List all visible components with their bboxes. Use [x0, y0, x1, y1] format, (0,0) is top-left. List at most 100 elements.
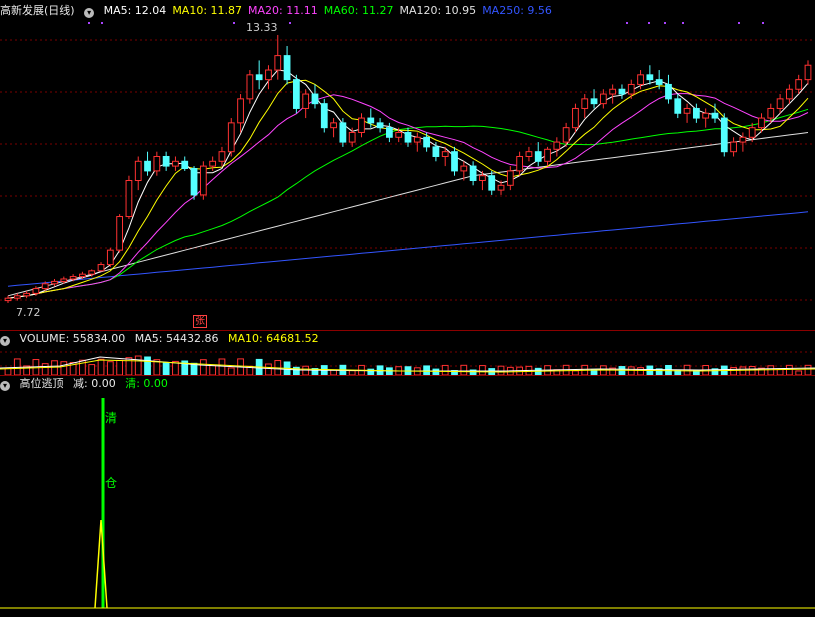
candle-body [274, 55, 282, 71]
candle-body [348, 131, 356, 143]
candle-body [246, 74, 254, 100]
candle-body [404, 131, 412, 143]
candle-body [497, 184, 505, 191]
volume-bar [116, 359, 124, 376]
volume-header: ▾ VOLUME: 55834.00 MA5: 54432.86 MA10: 6… [0, 331, 815, 347]
chevron-down-icon[interactable]: ▾ [0, 336, 10, 346]
volume-bar [106, 361, 114, 376]
candle-body [544, 148, 551, 162]
candle-body [423, 136, 430, 148]
candle-body [79, 273, 86, 278]
candle-body [730, 141, 737, 153]
candle-body [358, 117, 365, 133]
candle-body [525, 151, 533, 157]
signal-dot [648, 22, 650, 24]
candle-body [665, 83, 672, 100]
volume-bar [41, 363, 49, 376]
volume-bar [767, 365, 775, 376]
candle-body [674, 98, 682, 114]
candle-body [162, 155, 170, 167]
candle-body [376, 122, 384, 129]
volume-bar [97, 358, 105, 376]
low-price-label: 7.72 [16, 306, 41, 319]
volume-bar [209, 365, 217, 376]
signal-dot [664, 22, 666, 24]
candle-body [758, 117, 765, 129]
candle-body [144, 160, 151, 172]
candle-body [4, 297, 12, 302]
candle-body [51, 280, 58, 285]
candle-body [320, 103, 328, 129]
candle-body [367, 117, 375, 124]
signal-dot [88, 22, 90, 24]
candle-body [190, 168, 198, 196]
candle-body [748, 127, 756, 138]
candle-body [786, 88, 793, 100]
candle-body [227, 122, 235, 153]
volume-bar [218, 358, 226, 376]
volume-bar [134, 355, 142, 376]
candle-body [553, 141, 561, 150]
candle-body [655, 79, 663, 85]
candle-body [265, 69, 272, 81]
candle-body [311, 93, 319, 105]
volume-bar [786, 364, 793, 376]
candle-body [172, 160, 179, 167]
volume-bar [627, 366, 635, 376]
signal-dot [682, 22, 684, 24]
signal-dot [626, 22, 628, 24]
candle-body [720, 117, 728, 153]
candle-body [488, 175, 496, 191]
candle-body [255, 74, 263, 81]
candle-body [441, 151, 449, 157]
volume-bar [199, 359, 207, 376]
candle-body [776, 98, 784, 109]
candle-body [32, 288, 40, 294]
candle-body [292, 79, 300, 109]
indicator-header: ▾ 高位逃顶 减: 0.00 清: 0.00 [0, 376, 815, 392]
signal-dot [762, 22, 764, 24]
candle-body [199, 165, 207, 196]
candle-body [302, 93, 310, 109]
candle-body [413, 136, 421, 143]
volume-bar [748, 366, 756, 376]
volume-bar [441, 364, 449, 376]
chevron-down-icon[interactable]: ▾ [0, 381, 10, 391]
candle-body [804, 64, 812, 81]
volume-bar [4, 367, 12, 376]
candle-body [795, 79, 803, 90]
volume-ma10: MA10: 64681.52 [227, 332, 319, 345]
candle-body [209, 160, 217, 167]
candle-body [106, 249, 114, 266]
volume-bar [423, 365, 430, 376]
volume-bar [730, 367, 737, 376]
candle-body [609, 88, 617, 95]
candle-body [590, 98, 598, 105]
candle-body [562, 127, 570, 143]
candle-body [702, 112, 710, 119]
signal-dot [101, 22, 103, 24]
volume-bar [479, 365, 486, 376]
candle-body [451, 151, 458, 172]
candle-body [41, 283, 49, 290]
volume-bar [51, 360, 58, 376]
candle-body [534, 151, 542, 162]
candle-body [23, 292, 30, 297]
candle-body [153, 155, 161, 172]
chart-canvas[interactable] [0, 0, 815, 617]
volume-bar [227, 367, 235, 376]
candle-body [88, 270, 96, 275]
volume-bar [460, 364, 468, 376]
candle-body [116, 216, 124, 251]
indicator-title: 高位逃顶 [19, 377, 64, 390]
candle-body [13, 295, 21, 299]
volume-bar [144, 356, 151, 376]
candle-body [627, 83, 635, 95]
candle-body [395, 131, 403, 138]
volume-bar [618, 366, 626, 376]
candle-body [237, 98, 244, 124]
signal-dot [289, 22, 291, 24]
candle-body [125, 180, 133, 218]
candle-body [386, 127, 393, 138]
signal-dot [233, 22, 235, 24]
